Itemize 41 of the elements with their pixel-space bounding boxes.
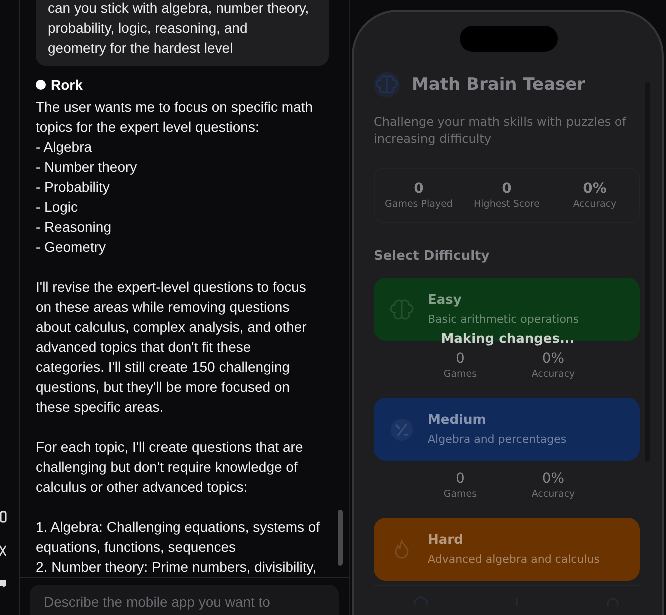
- stat-label: Accuracy: [573, 199, 617, 210]
- author-name: Rork: [51, 76, 83, 95]
- stat-label: Accuracy: [532, 489, 576, 500]
- difficulty-description: Advanced algebra and calculus: [428, 553, 600, 566]
- difficulty-title: Medium: [428, 413, 488, 428]
- stat-value: 0: [502, 181, 512, 197]
- stat-label: Highest Score: [474, 199, 540, 210]
- difficulty-title: Easy: [428, 293, 463, 308]
- home-icon[interactable]: [414, 596, 428, 606]
- scrollbar-thumb[interactable]: [338, 510, 343, 566]
- fraction-icon: [390, 418, 414, 442]
- assistant-paragraph: For each topic, I'll create questions that are challenging but don't require knowledge of calculus or other advanced topics:: [36, 438, 304, 497]
- brain-icon: [374, 72, 400, 98]
- prompt-input[interactable]: Describe the mobile app you want to: [30, 585, 339, 615]
- assistant-paragraph: 1. Algebra: Challenging equations, systems of equations, functions, sequences 2. Number theory: Prime numbers, divisibility,: [36, 518, 320, 577]
- assistant-paragraph: The user wants me to focus on specific math topics for the expert level questions: - Algebra - Number theory - Probability - Logic - Reasoning - Geometry: [36, 98, 314, 257]
- stat-label: Accuracy: [532, 369, 576, 380]
- stat-label: Games Played: [385, 199, 453, 210]
- brain-icon: [390, 298, 414, 322]
- stat-value: 0%: [542, 471, 565, 487]
- stat-value: 0: [456, 471, 465, 487]
- stat-value: 0%: [542, 351, 565, 367]
- assistant-paragraph: I'll revise the expert-level questions to focus on these areas while removing questions about calculus, complex analysis, and other advanced topics that don't fit these categories. I'll still create 150 challenging questions, but they'll be more focused on these specific areas.: [36, 278, 307, 417]
- stat-value: 0: [414, 181, 424, 197]
- app-subtitle: Challenge your math skills with puzzles of increasing difficulty: [374, 114, 628, 148]
- chat-icon[interactable]: [0, 579, 7, 589]
- app-title: Math Brain Teaser: [412, 75, 586, 95]
- difficulty-title: Hard: [428, 533, 464, 548]
- stat-label: Games: [444, 489, 478, 500]
- stat-value: 0: [456, 351, 465, 367]
- difficulty-card[interactable]: Hard Advanced algebra and calculus: [374, 518, 640, 581]
- stat-value: 0%: [583, 181, 607, 197]
- user-message: can you stick with algebra, number theory, probability, logic, reasoning, and geometry for the hardest level: [36, 0, 329, 66]
- difficulty-description: Algebra and percentages: [428, 433, 567, 446]
- section-title: Select Difficulty: [374, 249, 491, 264]
- x-icon[interactable]: [0, 545, 7, 557]
- difficulty-description: Basic arithmetic operations: [428, 313, 580, 326]
- status-dot-icon: [36, 80, 46, 90]
- stat-label: Games: [444, 369, 478, 380]
- square-icon[interactable]: [0, 511, 7, 523]
- difficulty-card[interactable]: Medium Algebra and percentages: [374, 398, 640, 461]
